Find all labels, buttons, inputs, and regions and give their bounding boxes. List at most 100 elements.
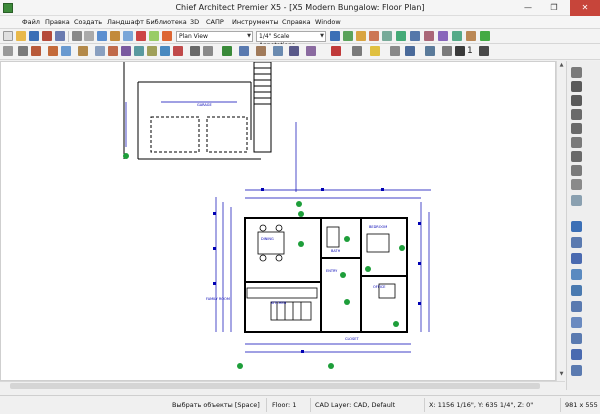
marker-tool-icon[interactable] [352, 46, 362, 56]
scale-select[interactable]: 1/4" Scale Annotations▼ [256, 31, 326, 49]
column-tool-icon[interactable] [273, 46, 283, 56]
down-arrow-icon[interactable] [442, 46, 452, 56]
check-icon[interactable] [480, 31, 490, 41]
chevron-tool-icon[interactable] [455, 46, 465, 56]
cad-tool-icon[interactable] [190, 46, 200, 56]
terrain-icon[interactable] [382, 31, 392, 41]
separator [68, 31, 69, 42]
menu-library[interactable]: Библиотека [146, 18, 187, 26]
zoom-fill-icon[interactable] [571, 109, 582, 120]
room-tool-icon[interactable] [31, 46, 41, 56]
layer-set-icon[interactable] [571, 165, 582, 176]
polyline-tool-icon[interactable] [203, 46, 213, 56]
close-button[interactable]: ✕ [570, 0, 600, 16]
elevation-icon[interactable] [149, 31, 159, 41]
text-tool-icon[interactable] [173, 46, 183, 56]
line-icon[interactable] [571, 285, 582, 296]
drawing-canvas[interactable]: GARAGE DINING KITCHEN ENTRY BEDROOM BATH… [0, 61, 556, 381]
door-tool-icon[interactable] [48, 46, 58, 56]
camera-tool-icon[interactable] [306, 46, 316, 56]
camera-view-icon[interactable] [425, 46, 435, 56]
render-icon[interactable] [162, 31, 172, 41]
pan-icon[interactable] [571, 137, 582, 148]
group-icon[interactable] [571, 237, 582, 248]
scroll-up-icon[interactable]: ▲ [558, 62, 565, 70]
swap-icon[interactable] [571, 151, 582, 162]
minimize-button[interactable]: — [516, 0, 540, 16]
maximize-button[interactable]: ❐ [542, 0, 566, 16]
stairs-tool-icon[interactable] [95, 46, 105, 56]
dimension-tool-icon[interactable] [160, 46, 170, 56]
menu-window[interactable]: Window [315, 18, 341, 26]
view-select[interactable]: Plan View ▼ [176, 31, 253, 42]
landscape-icon[interactable] [396, 31, 406, 41]
pencil-icon[interactable] [370, 46, 380, 56]
print-icon[interactable] [42, 31, 52, 41]
camera-3d-icon[interactable] [452, 31, 462, 41]
select-objects-icon[interactable] [3, 46, 13, 56]
electrical-tool-icon[interactable] [134, 46, 144, 56]
menu-terrain[interactable]: Ландшафт [107, 18, 144, 26]
layout-icon[interactable] [55, 31, 65, 41]
align-icon[interactable] [571, 365, 582, 376]
menu-file[interactable]: Файл [22, 18, 40, 26]
menu-help[interactable]: Справка [282, 18, 311, 26]
floor-number[interactable]: 1 [467, 46, 473, 56]
resize-icon[interactable] [571, 333, 582, 344]
terrain-tool-icon[interactable] [147, 46, 157, 56]
save-icon[interactable] [29, 31, 39, 41]
arrow-tool-icon[interactable] [390, 46, 400, 56]
marker-icon [298, 241, 304, 247]
stair-icon[interactable] [438, 31, 448, 41]
move-icon[interactable] [571, 301, 582, 312]
library-tool-icon[interactable] [239, 46, 249, 56]
roof-icon[interactable] [369, 31, 379, 41]
fixture-tool-icon[interactable] [256, 46, 266, 56]
new-file-icon[interactable] [3, 31, 13, 41]
door-icon[interactable] [424, 31, 434, 41]
copy-icon[interactable] [571, 269, 582, 280]
fill-window-icon[interactable] [571, 123, 582, 134]
camera-icon[interactable] [123, 31, 133, 41]
zoom-in-icon[interactable] [571, 81, 582, 92]
layer-icon[interactable] [330, 31, 340, 41]
vertical-scrollbar[interactable]: ▲ ▼ [556, 61, 565, 381]
scroll-down-icon[interactable]: ▼ [558, 371, 565, 379]
zoom-out-icon[interactable] [571, 95, 582, 106]
menu-3d[interactable]: 3D [190, 18, 199, 26]
select-icon[interactable] [97, 31, 107, 41]
scrollbar-thumb[interactable] [10, 383, 540, 389]
edit-icon[interactable] [571, 253, 582, 264]
material-icon[interactable] [466, 31, 476, 41]
framing-tool-icon[interactable] [121, 46, 131, 56]
select-tool-icon[interactable] [571, 221, 582, 232]
fill-window-icon[interactable] [110, 31, 120, 41]
reverse-icon[interactable] [571, 349, 582, 360]
open-folder-icon[interactable] [16, 31, 26, 41]
plant-tool-icon[interactable] [222, 46, 232, 56]
menu-build[interactable]: Создать [74, 18, 102, 26]
horizontal-scrollbar[interactable] [0, 381, 565, 390]
redo-icon[interactable] [84, 31, 94, 41]
cabinet-icon[interactable] [356, 31, 366, 41]
settings-icon[interactable] [571, 195, 582, 206]
undo-icon[interactable] [72, 31, 82, 41]
menu-cad[interactable]: САПР [206, 18, 224, 26]
roof-tool-icon[interactable] [108, 46, 118, 56]
house-tool-icon[interactable] [405, 46, 415, 56]
wall-tool-icon[interactable] [18, 46, 28, 56]
rotate-icon[interactable] [571, 317, 582, 328]
zoom-icon[interactable] [571, 67, 582, 78]
up-floor-icon[interactable] [479, 46, 489, 56]
window-icon[interactable] [410, 31, 420, 41]
app-icon[interactable] [3, 3, 13, 13]
plant-icon[interactable] [343, 31, 353, 41]
cabinet-tool-icon[interactable] [78, 46, 88, 56]
text-a-icon[interactable] [331, 46, 341, 56]
menu-tools[interactable]: Инструменты [232, 18, 279, 26]
floor-icon[interactable] [571, 179, 582, 190]
menu-edit[interactable]: Правка [45, 18, 70, 26]
layer-tool-icon[interactable] [289, 46, 299, 56]
window-tool-icon[interactable] [61, 46, 71, 56]
house-icon[interactable] [136, 31, 146, 41]
